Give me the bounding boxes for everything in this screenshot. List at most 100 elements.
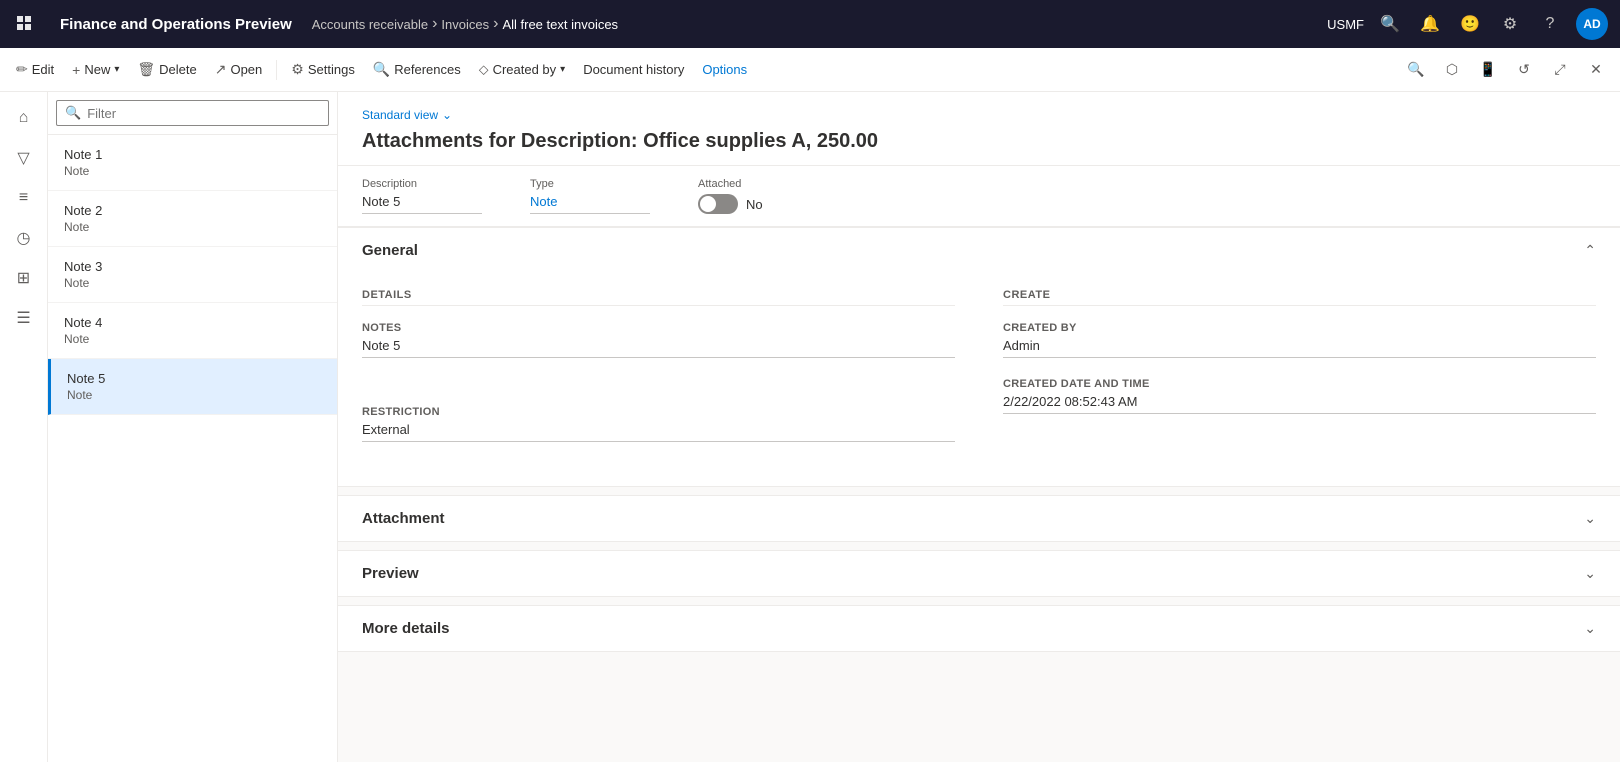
- toggle-knob: [700, 196, 716, 212]
- create-col-header: CREATE: [1003, 289, 1596, 306]
- sidebar-filter-icon[interactable]: ▽: [6, 140, 42, 176]
- references-icon: 🔍: [373, 61, 390, 78]
- open-button[interactable]: ↗ Open: [207, 52, 271, 88]
- list-item-selected[interactable]: Note 5 Note: [48, 359, 337, 415]
- created-date-label: Created date and time: [1003, 378, 1596, 390]
- attached-toggle-group: No: [698, 194, 763, 214]
- breadcrumb: Accounts receivable › Invoices › All fre…: [312, 15, 1315, 33]
- list-item-sub: Note: [67, 388, 321, 402]
- cmd-search-button[interactable]: 🔍: [1400, 54, 1432, 86]
- settings-icon-top[interactable]: ⚙: [1496, 10, 1524, 38]
- preview-section-header[interactable]: Preview ⌄: [338, 551, 1620, 596]
- standard-view-button[interactable]: Standard view ⌄: [362, 108, 1596, 122]
- smiley-icon[interactable]: 🙂: [1456, 10, 1484, 38]
- cmd-refresh-button[interactable]: ↺: [1508, 54, 1540, 86]
- sidebar-clock-icon[interactable]: ◷: [6, 220, 42, 256]
- references-button[interactable]: 🔍 References: [365, 52, 469, 88]
- type-field-group: Type Note: [530, 178, 650, 214]
- attached-field-group: Attached No: [698, 178, 763, 214]
- created-by-value[interactable]: Admin: [1003, 338, 1596, 358]
- user-avatar[interactable]: AD: [1576, 8, 1608, 40]
- list-item-title: Note 5: [67, 371, 321, 386]
- breadcrumb-invoices[interactable]: Invoices: [441, 17, 489, 32]
- list-item[interactable]: Note 3 Note: [48, 247, 337, 303]
- attached-toggle[interactable]: [698, 194, 738, 214]
- list-items: Note 1 Note Note 2 Note Note 3 Note Note…: [48, 135, 337, 762]
- list-item-title: Note 1: [64, 147, 321, 162]
- filter-icon: ⬦: [479, 61, 489, 78]
- more-details-section: More details ⌄: [338, 605, 1620, 652]
- breadcrumb-current: All free text invoices: [502, 17, 618, 32]
- command-bar: ✏ Edit + New ▾ 🗑 Delete ↗ Open ⚙ Setting…: [0, 48, 1620, 92]
- list-item-title: Note 2: [64, 203, 321, 218]
- restriction-label: Restriction: [362, 406, 955, 418]
- search-box[interactable]: 🔍: [56, 100, 329, 126]
- created-date-row: Created date and time 2/22/2022 08:52:43…: [1003, 378, 1596, 414]
- list-item-sub: Note: [64, 164, 321, 178]
- breadcrumb-accounts-receivable[interactable]: Accounts receivable: [312, 17, 428, 32]
- general-section-header[interactable]: General ⌃: [338, 228, 1620, 273]
- general-section-content: DETAILS Notes Note 5 Restriction Externa…: [338, 273, 1620, 486]
- type-value[interactable]: Note: [530, 194, 650, 214]
- description-value[interactable]: Note 5: [362, 194, 482, 214]
- options-button[interactable]: Options: [694, 52, 755, 88]
- edit-button[interactable]: ✏ Edit: [8, 52, 62, 88]
- notes-value[interactable]: Note 5: [362, 338, 955, 358]
- cmd-right-actions: 🔍 ⬡ 📱 ↺ ⤢ ✕: [1400, 54, 1612, 86]
- notification-icon[interactable]: 🔔: [1416, 10, 1444, 38]
- list-panel: 🔍 Note 1 Note Note 2 Note Note 3 Note No…: [48, 92, 338, 762]
- attachment-section: Attachment ⌄: [338, 495, 1620, 542]
- search-icon-top[interactable]: 🔍: [1376, 10, 1404, 38]
- description-label: Description: [362, 178, 482, 190]
- sidebar-rows-icon[interactable]: ☰: [6, 300, 42, 336]
- sidebar-home-icon[interactable]: ⌂: [6, 100, 42, 136]
- restriction-value[interactable]: External: [362, 422, 955, 442]
- main-layout: ⌂ ▽ ≡ ◷ ⊞ ☰ 🔍 Note 1 Note Note 2 Note No…: [0, 92, 1620, 762]
- created-by-button[interactable]: ⬦ Created by ▾: [471, 52, 573, 88]
- list-item-title: Note 4: [64, 315, 321, 330]
- create-column: CREATE Created by Admin Created date and…: [1003, 289, 1596, 462]
- detail-header: Standard view ⌄ Attachments for Descript…: [338, 92, 1620, 166]
- document-history-button[interactable]: Document history: [575, 52, 692, 88]
- list-item[interactable]: Note 2 Note: [48, 191, 337, 247]
- sidebar-table-icon[interactable]: ⊞: [6, 260, 42, 296]
- search-input[interactable]: [87, 106, 320, 121]
- list-item[interactable]: Note 1 Note: [48, 135, 337, 191]
- list-search-area: 🔍: [48, 92, 337, 135]
- more-details-section-chevron: ⌄: [1584, 620, 1596, 637]
- details-col-header: DETAILS: [362, 289, 955, 306]
- created-by-label: Created by: [1003, 322, 1596, 334]
- attached-label: Attached: [698, 178, 763, 190]
- created-date-value[interactable]: 2/22/2022 08:52:43 AM: [1003, 394, 1596, 414]
- edit-icon: ✏: [16, 61, 28, 78]
- app-title: Finance and Operations Preview: [52, 16, 300, 33]
- settings-cmd-icon: ⚙: [291, 61, 304, 78]
- delete-button[interactable]: 🗑 Delete: [129, 52, 204, 88]
- grid-menu-button[interactable]: [12, 10, 40, 38]
- preview-section-title: Preview: [362, 565, 419, 582]
- cmd-mobile-button[interactable]: 📱: [1472, 54, 1504, 86]
- type-label: Type: [530, 178, 650, 190]
- detail-panel: Standard view ⌄ Attachments for Descript…: [338, 92, 1620, 762]
- cmd-bookmark-button[interactable]: ⬡: [1436, 54, 1468, 86]
- general-section-chevron: ⌃: [1584, 242, 1596, 259]
- attachment-section-header[interactable]: Attachment ⌄: [338, 496, 1620, 541]
- settings-button[interactable]: ⚙ Settings: [283, 52, 363, 88]
- restriction-row: Restriction External: [362, 406, 955, 442]
- breadcrumb-sep-2: ›: [493, 15, 498, 33]
- top-bar: Finance and Operations Preview Accounts …: [0, 0, 1620, 48]
- notes-label: Notes: [362, 322, 955, 334]
- cmd-expand-button[interactable]: ⤢: [1544, 54, 1576, 86]
- sidebar-list-icon[interactable]: ≡: [6, 180, 42, 216]
- help-icon[interactable]: ?: [1536, 10, 1564, 38]
- cmd-close-button[interactable]: ✕: [1580, 54, 1612, 86]
- new-button[interactable]: + New ▾: [64, 52, 127, 88]
- list-item-sub: Note: [64, 220, 321, 234]
- preview-section-chevron: ⌄: [1584, 565, 1596, 582]
- description-field-group: Description Note 5: [362, 178, 482, 214]
- more-details-section-header[interactable]: More details ⌄: [338, 606, 1620, 651]
- standard-view-chevron: ⌄: [442, 108, 452, 122]
- list-item[interactable]: Note 4 Note: [48, 303, 337, 359]
- general-section-title: General: [362, 242, 418, 259]
- search-box-icon: 🔍: [65, 105, 81, 121]
